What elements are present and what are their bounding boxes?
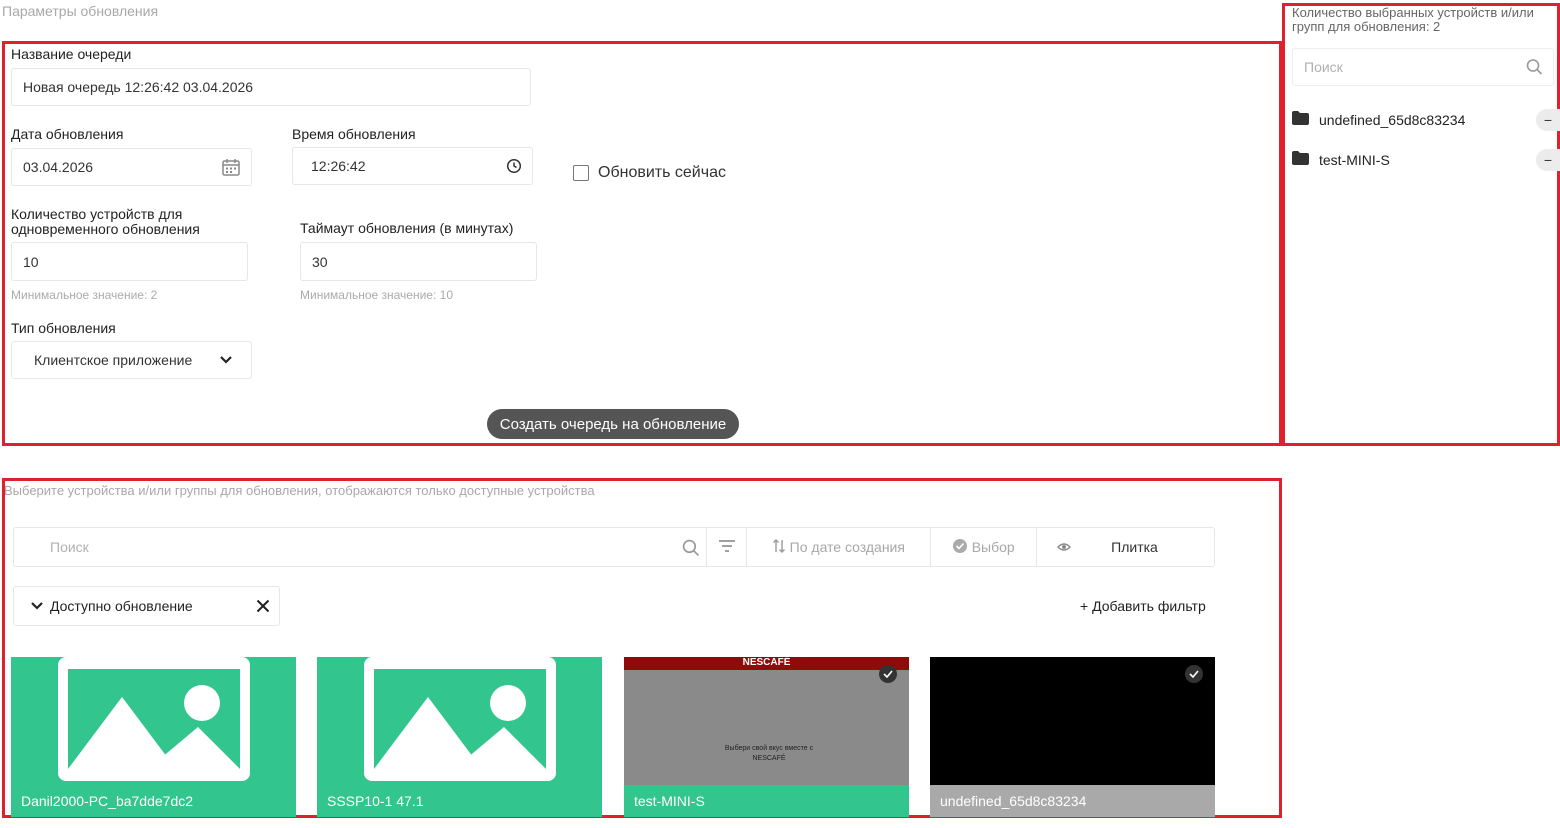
filter-button[interactable]	[706, 528, 746, 566]
time-label: Время обновления	[292, 126, 416, 142]
queue-name-label: Название очереди	[11, 46, 132, 62]
eye-icon	[1057, 539, 1072, 555]
search-icon[interactable]	[682, 539, 700, 560]
sort-label: По дате создания	[789, 539, 905, 555]
check-circle-icon	[952, 538, 967, 556]
update-type-value: Клиентское приложение	[34, 352, 193, 368]
calendar-icon[interactable]	[221, 157, 241, 177]
devices-search-input[interactable]: Поиск	[14, 528, 706, 566]
timeout-hint: Минимальное значение: 10	[300, 288, 453, 302]
date-label: Дата обновления	[11, 126, 124, 142]
select-mode-button[interactable]: Выбор	[930, 528, 1036, 566]
devices-count-value: 10	[23, 253, 39, 270]
filter-chip[interactable]: Доступно обновление	[13, 586, 280, 626]
device-card[interactable]: NESCAFÉ Выбери свой вкус вместе с NESCAF…	[624, 657, 909, 817]
timeout-input[interactable]: 30	[300, 242, 537, 281]
devices-toolbar: Поиск По дате создания Выбор Плитка	[13, 527, 1215, 567]
queue-name-input[interactable]: Новая очередь 12:26:42 03.04.2026	[11, 68, 531, 106]
preview-brand: NESCAFÉ	[742, 657, 791, 668]
selected-item-label: test-MINI-S	[1319, 151, 1390, 168]
update-now-label: Обновить сейчас	[598, 164, 726, 181]
devices-count-hint: Минимальное значение: 2	[11, 288, 158, 302]
date-value: 03.04.2026	[23, 159, 94, 175]
selected-search-placeholder: Поиск	[1304, 59, 1343, 75]
search-icon[interactable]	[1526, 59, 1543, 76]
remove-item-button[interactable]: −	[1536, 109, 1560, 131]
image-placeholder-icon	[358, 657, 562, 786]
chevron-down-icon	[219, 355, 233, 365]
folder-icon	[1292, 151, 1309, 168]
filter-chip-label: Доступно обновление	[50, 598, 193, 614]
sort-button[interactable]: По дате создания	[746, 528, 930, 566]
folder-icon	[1292, 111, 1309, 128]
check-icon	[879, 665, 897, 683]
select-label: Выбор	[971, 539, 1015, 555]
timeout-label: Таймаут обновления (в минутах)	[300, 220, 514, 236]
remove-item-button[interactable]: −	[1536, 149, 1560, 171]
check-icon	[1185, 665, 1203, 683]
create-queue-button[interactable]: Создать очередь на обновление	[487, 409, 739, 439]
device-card-name: test-MINI-S	[624, 785, 909, 817]
sort-icon	[772, 538, 785, 556]
device-card-name: undefined_65d8c83234	[930, 785, 1215, 817]
selected-count-title: Количество выбранных устройств и/или гру…	[1292, 5, 1534, 34]
selected-search-input[interactable]: Поиск	[1292, 48, 1554, 86]
preview-text: Выбери свой вкус вместе с NESCAFÉ	[724, 745, 814, 762]
device-card-name: Danil2000-PC_ba7dde7dc2	[11, 785, 296, 817]
filter-icon	[718, 539, 736, 556]
device-card-name: SSSP10-1 47.1	[317, 785, 602, 817]
update-type-select[interactable]: Клиентское приложение	[11, 341, 252, 379]
update-type-label: Тип обновления	[11, 320, 116, 336]
device-card[interactable]: SSSP10-1 47.1	[317, 657, 602, 817]
timeout-value: 30	[312, 253, 328, 270]
devices-section-title: Выберите устройства и/или группы для обн…	[4, 483, 595, 498]
time-value: 12:26:42	[311, 158, 366, 174]
close-icon[interactable]	[256, 599, 270, 613]
selected-item: test-MINI-S	[1292, 151, 1390, 168]
devices-count-input[interactable]: 10	[11, 242, 248, 281]
selected-item: undefined_65d8c83234	[1292, 111, 1465, 128]
queue-name-value: Новая очередь 12:26:42 03.04.2026	[23, 79, 254, 95]
device-card[interactable]: undefined_65d8c83234	[930, 657, 1215, 817]
date-input[interactable]: 03.04.2026	[11, 148, 252, 186]
chevron-down-icon	[30, 601, 44, 611]
devices-search-placeholder: Поиск	[50, 539, 89, 555]
update-now-checkbox[interactable]	[573, 165, 589, 181]
add-filter-link[interactable]: + Добавить фильтр	[1080, 598, 1206, 614]
selected-item-label: undefined_65d8c83234	[1319, 111, 1466, 128]
devices-count-label: Количество устройств для одновременного …	[11, 206, 200, 237]
time-input[interactable]: 12:26:42	[292, 147, 533, 185]
device-card[interactable]: Danil2000-PC_ba7dde7dc2	[11, 657, 296, 817]
params-section-title: Параметры обновления	[2, 3, 159, 19]
view-label: Плитка	[1111, 539, 1158, 555]
clock-icon[interactable]	[506, 158, 522, 174]
image-placeholder-icon	[52, 657, 256, 786]
view-mode-button[interactable]: Плитка	[1036, 528, 1214, 566]
